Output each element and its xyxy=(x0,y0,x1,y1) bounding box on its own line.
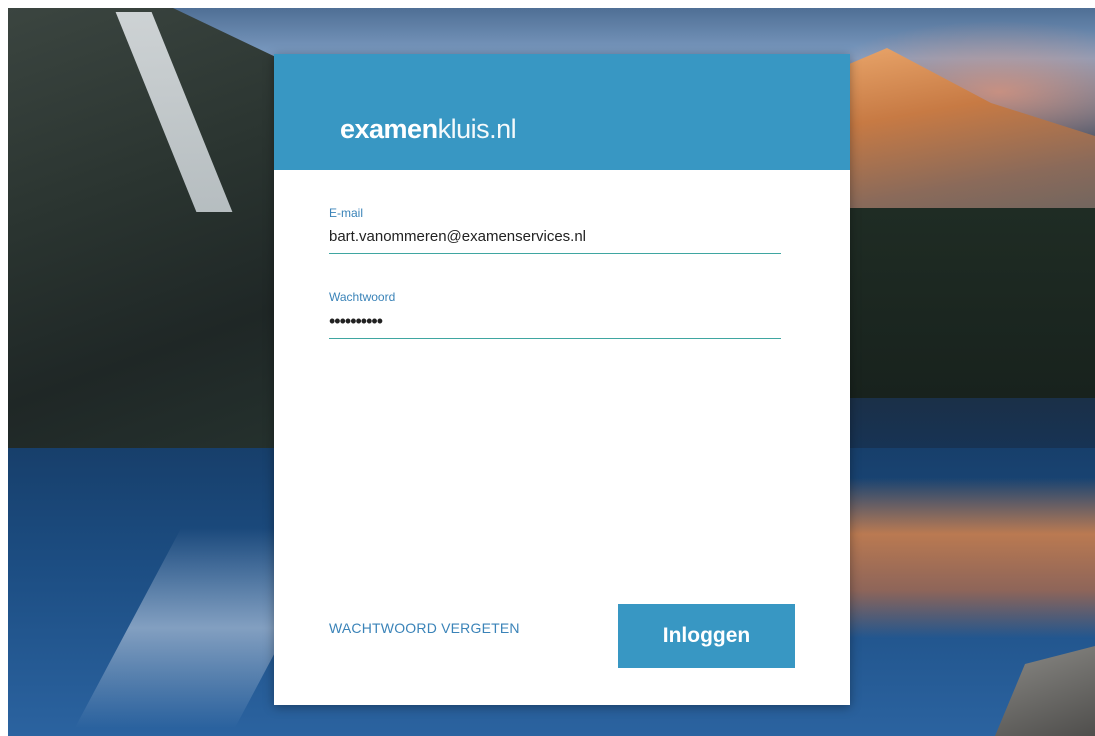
right-forest xyxy=(835,208,1095,398)
logo-bold-part: examen xyxy=(340,114,438,144)
logo-light-part: kluis.nl xyxy=(437,114,517,144)
login-button[interactable]: Inloggen xyxy=(618,604,795,668)
password-label: Wachtwoord xyxy=(329,290,396,304)
lake-reflection-right xyxy=(835,478,1095,638)
forgot-password-link[interactable]: WACHTWOORD VERGETEN xyxy=(329,620,520,636)
site-logo: examenkluis.nl xyxy=(340,114,517,145)
email-field[interactable]: bart.vanommeren@examenservices.nl xyxy=(329,226,781,254)
password-field[interactable]: •••••••••• xyxy=(329,310,781,339)
login-form: E-mail bart.vanommeren@examenservices.nl… xyxy=(329,206,781,339)
email-field-group: E-mail bart.vanommeren@examenservices.nl xyxy=(329,206,781,254)
card-header: examenkluis.nl xyxy=(274,54,850,170)
email-label: E-mail xyxy=(329,206,364,220)
password-field-group: Wachtwoord •••••••••• xyxy=(329,290,781,339)
login-card: examenkluis.nl E-mail bart.vanommeren@ex… xyxy=(274,54,850,705)
